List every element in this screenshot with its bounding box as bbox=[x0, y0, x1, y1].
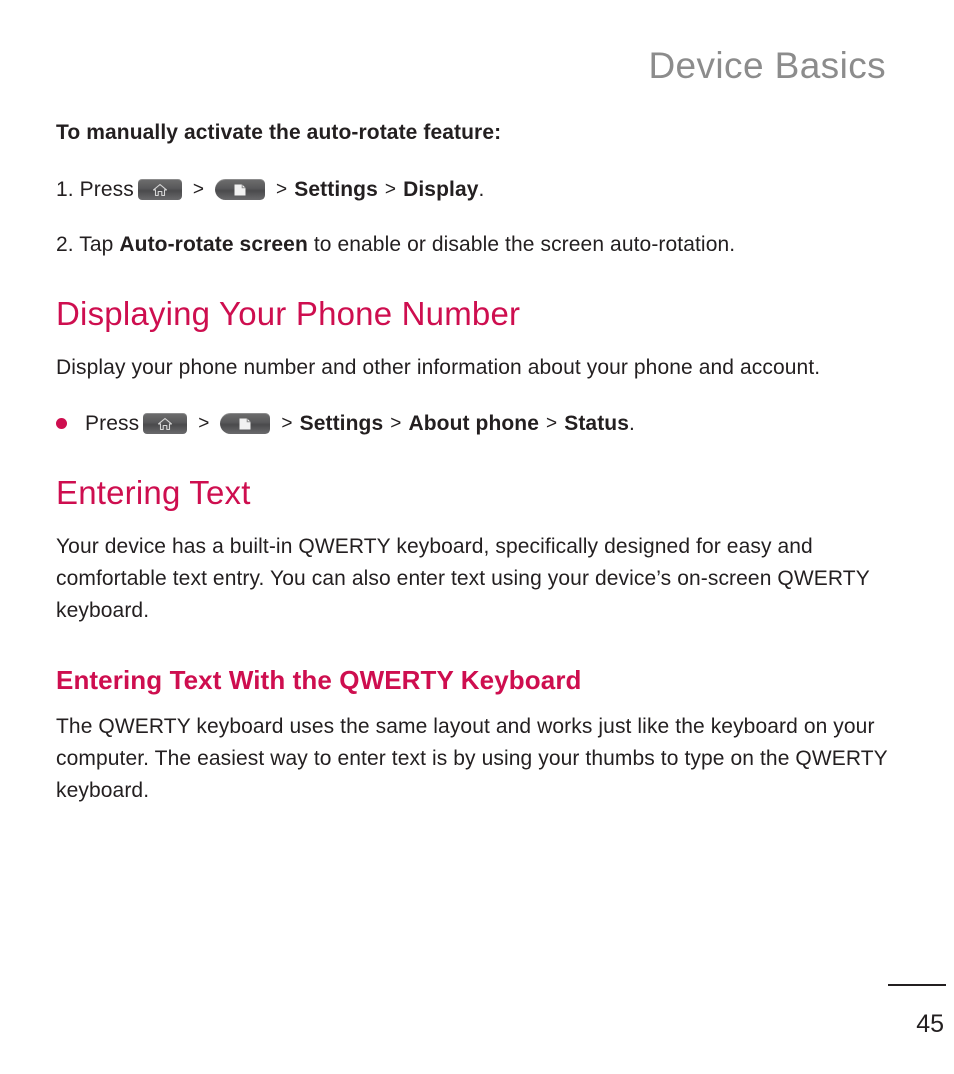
manual-page: Device Basics To manually activate the a… bbox=[0, 0, 954, 1074]
page-number: 45 bbox=[916, 1010, 944, 1038]
bullet-separator-4: > bbox=[546, 413, 558, 434]
running-header: Device Basics bbox=[648, 45, 886, 86]
step-1-separator-2: > bbox=[276, 179, 288, 200]
footer-rule bbox=[888, 984, 946, 986]
step-2-bold-term: Auto-rotate screen bbox=[119, 233, 308, 256]
step-1-separator-1: > bbox=[192, 179, 205, 200]
step-1-period: . bbox=[478, 178, 485, 201]
home-key-icon bbox=[137, 179, 182, 200]
bullet-target-settings: Settings bbox=[299, 412, 384, 435]
step-1-target-settings: Settings bbox=[294, 178, 378, 201]
bullet-target-status: Status bbox=[564, 412, 630, 435]
bullet-verb: Press bbox=[85, 412, 140, 435]
entering-text-paragraph: Your device has a built-in QWERTY keyboa… bbox=[56, 535, 870, 622]
content-column: To manually activate the auto-rotate fea… bbox=[56, 118, 892, 817]
step-1-verb: Press bbox=[79, 178, 134, 201]
bullet-separator-3: > bbox=[390, 413, 402, 434]
qwerty-keyboard-paragraph: The QWERTY keyboard uses the same layout… bbox=[56, 715, 888, 802]
heading-displaying-your-phone-number: Displaying Your Phone Number bbox=[56, 295, 521, 332]
step-1-row: 1. Press > > Settings > Display . bbox=[56, 174, 892, 205]
home-key-icon bbox=[143, 413, 188, 434]
subheading-entering-text-with-qwerty-keyboard: Entering Text With the QWERTY Keyboard bbox=[56, 665, 582, 695]
menu-key-icon bbox=[220, 413, 271, 434]
step-2-suffix: to enable or disable the screen auto-rot… bbox=[307, 233, 736, 256]
bullet-separator-1: > bbox=[198, 413, 210, 434]
displaying-phone-number-paragraph: Display your phone number and other info… bbox=[56, 356, 821, 379]
heading-entering-text: Entering Text bbox=[56, 474, 251, 511]
bullet-dot-icon bbox=[56, 418, 67, 429]
step-1-target-display: Display bbox=[403, 178, 479, 201]
menu-key-icon bbox=[215, 179, 266, 200]
step-2-prefix: 2. Tap bbox=[56, 233, 120, 256]
auto-rotate-lead-text: To manually activate the auto-rotate fea… bbox=[56, 121, 502, 144]
bullet-target-about-phone: About phone bbox=[408, 412, 540, 435]
step-2-row: 2. Tap Auto-rotate screen to enable or d… bbox=[56, 229, 892, 260]
bullet-press-path-row: Press > > Settings > About phone > Statu… bbox=[56, 408, 892, 439]
bullet-separator-2: > bbox=[281, 413, 293, 434]
step-1-number: 1. bbox=[56, 178, 80, 201]
step-1-separator-3: > bbox=[384, 179, 397, 200]
bullet-period: . bbox=[629, 412, 635, 435]
